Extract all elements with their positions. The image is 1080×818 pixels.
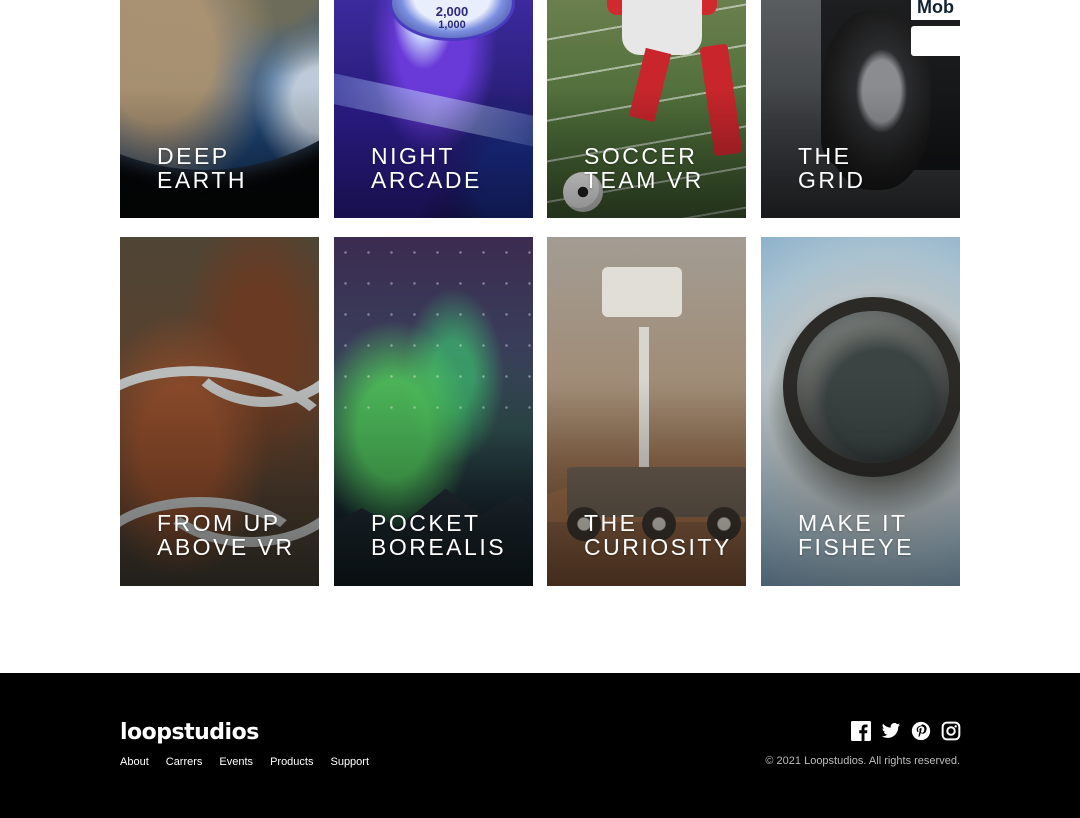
pinterest-icon[interactable] xyxy=(911,721,931,741)
footer-link-support[interactable]: Support xyxy=(330,756,369,768)
card-make-it-fisheye[interactable]: MAKE IT FISHEYE xyxy=(761,237,960,586)
footer-nav: About Carrers Events Products Support xyxy=(120,756,386,768)
twitter-icon[interactable] xyxy=(881,721,901,741)
copyright-text: © 2021 Loopstudios. All rights reserved. xyxy=(765,755,960,767)
footer-link-careers[interactable]: Carrers xyxy=(166,756,203,768)
card-title: POCKET BOREALIS xyxy=(371,510,507,560)
facebook-icon[interactable] xyxy=(851,721,871,741)
card-title: FROM UP ABOVE VR xyxy=(157,510,295,560)
card-title: NIGHT ARCADE xyxy=(371,143,482,193)
social-links xyxy=(851,721,961,741)
arcade-disc: 2,000 1,000 xyxy=(389,0,515,41)
card-title: SOCCER TEAM VR xyxy=(584,143,704,193)
card-soccer-team-vr[interactable]: SOCCER TEAM VR xyxy=(547,0,746,218)
card-the-curiosity[interactable]: THE CURIOSITY xyxy=(547,237,746,586)
card-the-grid[interactable]: Mob THE GRID xyxy=(761,0,960,218)
footer-link-events[interactable]: Events xyxy=(219,756,253,768)
card-night-arcade[interactable]: 2,000 1,000 NIGHT ARCADE xyxy=(334,0,533,218)
instagram-icon[interactable] xyxy=(941,721,961,741)
card-from-up-above-vr[interactable]: FROM UP ABOVE VR xyxy=(120,237,319,586)
site-footer: loopstudios About Carrers Events Product… xyxy=(0,673,1080,818)
card-title: DEEP EARTH xyxy=(157,143,248,193)
footer-link-products[interactable]: Products xyxy=(270,756,313,768)
car-brand-decal: Mob xyxy=(911,0,960,20)
card-title: THE CURIOSITY xyxy=(584,510,732,560)
card-title: MAKE IT FISHEYE xyxy=(798,510,914,560)
footer-link-about[interactable]: About xyxy=(120,756,149,768)
card-deep-earth[interactable]: DEEP EARTH xyxy=(120,0,319,218)
card-title: THE GRID xyxy=(798,143,866,193)
card-pocket-borealis[interactable]: POCKET BOREALIS xyxy=(334,237,533,586)
brand-logo[interactable]: loopstudios xyxy=(120,720,259,745)
